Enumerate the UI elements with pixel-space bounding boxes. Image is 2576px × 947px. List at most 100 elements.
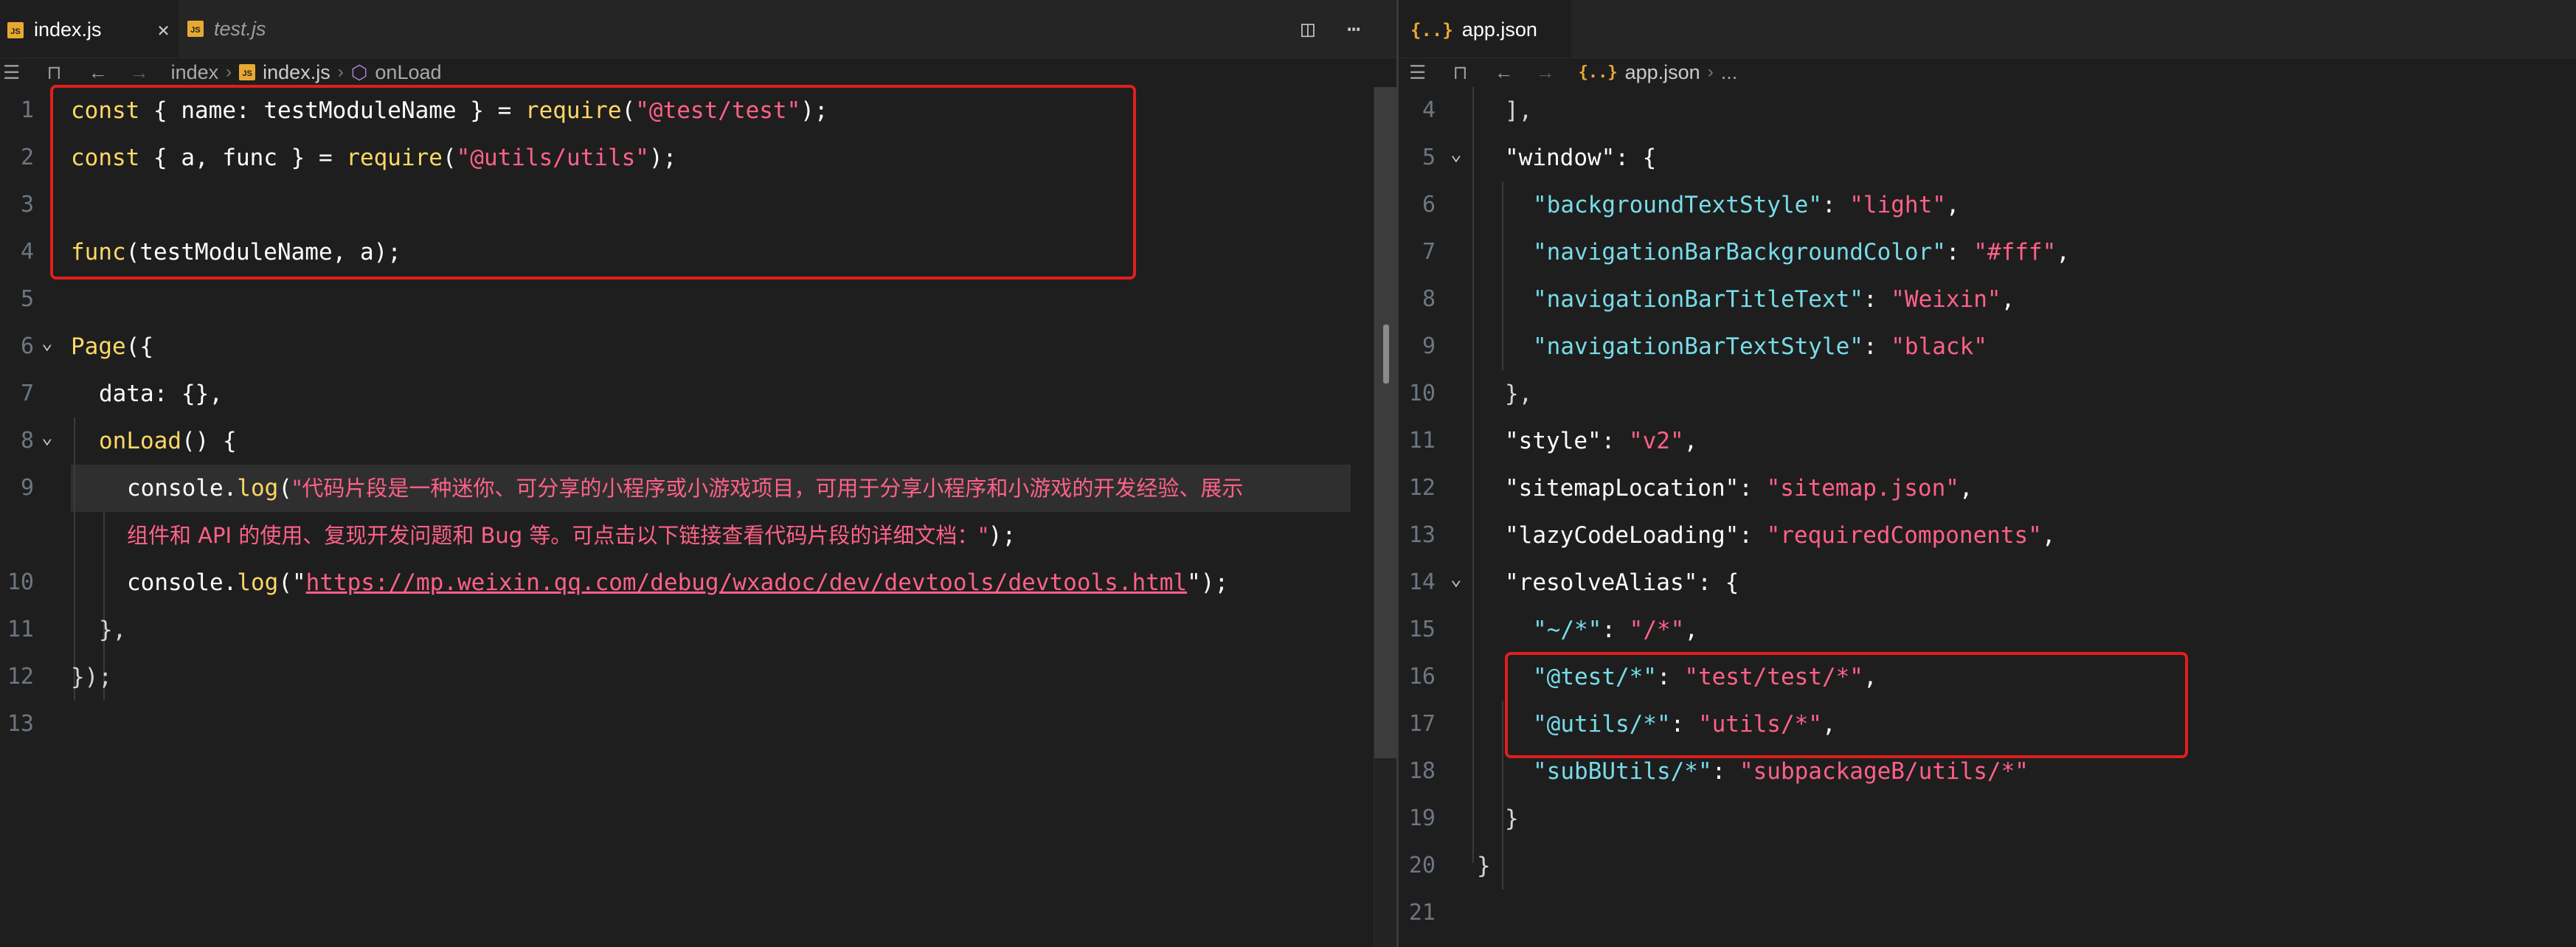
line-number: 14 <box>1408 569 1436 595</box>
token: "#fff" <box>1973 239 2057 266</box>
back-arrow-icon[interactable]: ← <box>89 61 108 84</box>
chevron-right-icon: › <box>1707 62 1714 82</box>
token: "sitemap.json" <box>1766 475 1959 502</box>
tab-test-js[interactable]: JS test.js <box>180 0 342 58</box>
breadcrumb-symbol[interactable]: onLoad <box>375 61 441 84</box>
tab-label: index.js <box>34 18 102 41</box>
token: : <box>1602 617 1630 643</box>
token: data <box>99 381 154 407</box>
code-text: "~/*": "/*", <box>1533 606 1698 653</box>
token: , <box>1683 428 1698 454</box>
token: Page <box>71 333 126 360</box>
token: : <box>1739 475 1767 502</box>
left-editor-group: JS index.js × JS test.js ◫ ⋯ ☰ ⊓ ← → ind… <box>0 0 1396 947</box>
chevron-down-icon[interactable]: ⌄ <box>41 417 53 457</box>
token: , <box>1684 617 1698 643</box>
forward-arrow-icon[interactable]: → <box>130 61 149 84</box>
token: onLoad <box>99 428 181 454</box>
token: : <box>1821 192 1850 218</box>
line-number: 18 <box>1408 758 1436 784</box>
token: "); <box>1187 569 1229 596</box>
line-number: 8 <box>20 428 34 454</box>
token: "sitemapLocation" <box>1505 475 1739 502</box>
token: "style" <box>1505 428 1602 454</box>
close-icon[interactable]: × <box>157 18 170 42</box>
code-text: console.log("https://mp.weixin.qq.com/de… <box>127 559 1228 606</box>
code-editor-app-json[interactable]: 4 ], 5 ⌄ "window": { 6 "backgroundTextSt… <box>1399 87 2576 947</box>
token: "black" <box>1891 333 1987 360</box>
token: : <box>1863 286 1891 313</box>
token: , <box>2041 522 2056 549</box>
chevron-right-icon: › <box>226 62 232 82</box>
breadcrumb-folder[interactable]: index <box>171 61 219 84</box>
chevron-down-icon[interactable]: ⌄ <box>1450 134 1462 174</box>
tab-app-json[interactable]: {..} app.json <box>1399 0 1571 58</box>
code-line: 8 "navigationBarTitleText": "Weixin", <box>1399 276 2576 323</box>
scroll-thumb[interactable] <box>1374 87 1396 758</box>
code-line: 5 ⌄ "window": { <box>1399 134 2576 181</box>
js-file-icon: JS <box>7 21 24 38</box>
back-arrow-icon[interactable]: ← <box>1495 61 1514 84</box>
breadcrumb-file[interactable]: app.json <box>1625 61 1700 84</box>
chevron-right-icon: › <box>337 62 344 82</box>
js-file-icon: JS <box>187 21 204 37</box>
line-number: 19 <box>1408 805 1436 831</box>
breadcrumb-more[interactable]: ... <box>1721 61 1738 84</box>
code-text: 组件和 API 的使用、复现开发问题和 Bug 等。可点击以下链接查看代码片段的… <box>127 512 1016 559</box>
line-number: 21 <box>1408 900 1436 926</box>
token: "navigationBarBackgroundColor" <box>1533 239 1946 266</box>
token: "subBUtils/*" <box>1533 758 1712 785</box>
line-number: 5 <box>20 286 34 312</box>
code-line: 21 <box>1399 889 2576 937</box>
tab-index-js[interactable]: JS index.js × <box>0 0 179 58</box>
code-text: Page({ <box>71 323 153 370</box>
code-text: onLoad() { <box>99 417 237 465</box>
split-editor-icon[interactable]: ◫ <box>1301 16 1315 42</box>
token: "resolveAlias" <box>1505 569 1698 596</box>
chevron-down-icon[interactable]: ⌄ <box>1450 559 1462 599</box>
more-actions-icon[interactable]: ⋯ <box>1347 16 1360 42</box>
json-file-icon: {..} <box>1410 19 1453 41</box>
code-line: 15 "~/*": "/*", <box>1399 606 2576 653</box>
line-number: 9 <box>1422 333 1436 359</box>
code-text: data: {}, <box>99 370 223 417</box>
code-text: ], <box>1505 97 1533 124</box>
line-number: 20 <box>1408 853 1436 878</box>
forward-arrow-icon[interactable]: → <box>1536 61 1555 84</box>
token: ( <box>278 475 292 502</box>
sash-handle[interactable] <box>1383 325 1389 384</box>
token: : <box>1601 428 1629 454</box>
line-number: 2 <box>20 145 34 170</box>
code-line: 9 console.log("代码片段是一种迷你、可分享的小程序或小游戏项目，可… <box>0 465 1396 512</box>
outline-icon[interactable]: ☰ <box>3 61 20 84</box>
vertical-scrollbar[interactable] <box>1374 87 1396 947</box>
annotation-box-requires <box>50 85 1136 280</box>
code-line: 11 "style": "v2", <box>1399 417 2576 465</box>
code-text: }); <box>71 664 112 690</box>
breadcrumb-file[interactable]: index.js <box>263 61 330 84</box>
code-line: 13 "lazyCodeLoading": "requiredComponent… <box>1399 512 2576 559</box>
chevron-down-icon[interactable]: ⌄ <box>41 323 53 363</box>
line-number: 17 <box>1408 711 1436 737</box>
line-number: 3 <box>20 192 34 218</box>
token: "代码片段是一种迷你、可分享的小程序或小游戏项目，可用于分享小程序和小游戏的开发… <box>292 476 1244 501</box>
outline-icon[interactable]: ☰ <box>1409 61 1426 84</box>
token: "Weixin" <box>1891 286 2001 313</box>
line-number: 12 <box>1408 475 1436 501</box>
url-link[interactable]: https://mp.weixin.qq.com/debug/wxadoc/de… <box>306 569 1187 596</box>
token: : <box>1863 333 1891 360</box>
code-text: "resolveAlias": { <box>1505 559 1739 606</box>
line-number: 7 <box>1422 239 1436 265</box>
token: "backgroundTextStyle" <box>1533 192 1822 218</box>
bookmark-icon[interactable]: ⊓ <box>46 61 61 84</box>
token: "navigationBarTextStyle" <box>1533 333 1863 360</box>
code-editor-index-js[interactable]: 1 const { name: testModuleName } = requi… <box>0 85 1396 947</box>
token: log <box>237 475 279 502</box>
token: {} <box>181 381 210 407</box>
token: , <box>2001 286 2015 313</box>
code-line: 14 ⌄ "resolveAlias": { <box>1399 559 2576 606</box>
code-line: 5 <box>0 276 1396 323</box>
line-number: 5 <box>1422 145 1436 170</box>
code-line: 10 console.log("https://mp.weixin.qq.com… <box>0 559 1396 606</box>
bookmark-icon[interactable]: ⊓ <box>1453 61 1467 84</box>
